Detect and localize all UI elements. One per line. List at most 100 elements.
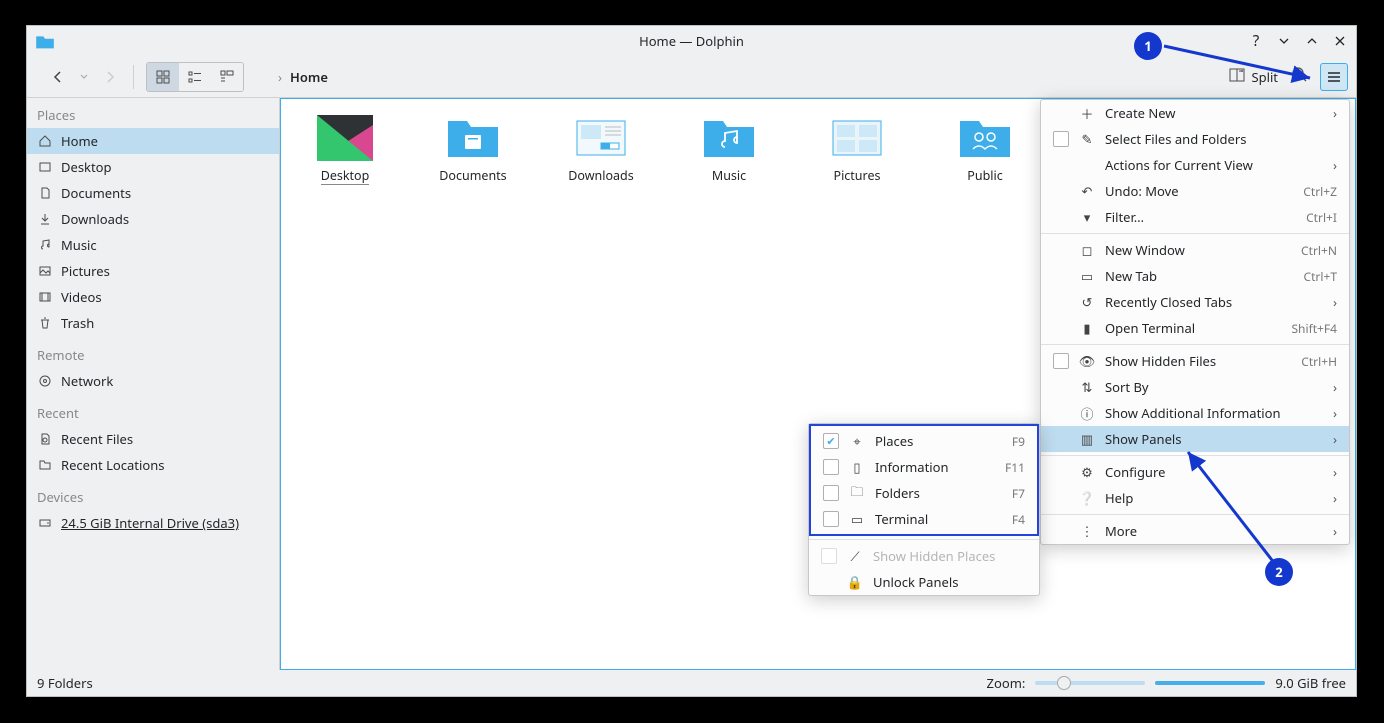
back-button[interactable]: [47, 63, 69, 91]
window-title: Home — Dolphin: [639, 32, 744, 50]
checkbox-icon: [1053, 353, 1069, 369]
menu-sort-by[interactable]: ⇅Sort By›: [1041, 374, 1349, 400]
pictures-thumbnail: [829, 115, 885, 161]
checkbox-icon: [823, 485, 839, 501]
sidebar-item-drive[interactable]: 24.5 GiB Internal Drive (sda3): [27, 510, 279, 536]
eye-icon: 👁: [1079, 352, 1095, 370]
menu-new-tab[interactable]: ▭New TabCtrl+T: [1041, 263, 1349, 289]
terminal-icon: ▮: [1079, 319, 1095, 337]
statusbar: 9 Folders Zoom: 9.0 GiB free: [27, 670, 1356, 696]
info-icon: ⓘ: [1079, 404, 1095, 423]
sidebar-item-trash[interactable]: Trash: [27, 310, 279, 336]
more-icon: ⋮: [1079, 522, 1095, 540]
drive-icon: [37, 515, 53, 531]
submenu-information[interactable]: ▯InformationF11: [811, 454, 1037, 480]
file-public[interactable]: Public: [945, 115, 1025, 185]
submenu-show-hidden-places: ⟋Show Hidden Places: [809, 543, 1039, 569]
menu-actions-view[interactable]: Actions for Current View›: [1041, 152, 1349, 178]
network-icon: [37, 373, 53, 389]
compass-icon: ⌖: [849, 432, 865, 450]
menu-undo[interactable]: ↶Undo: MoveCtrl+Z: [1041, 178, 1349, 204]
menu-show-info[interactable]: ⓘShow Additional Information›: [1041, 400, 1349, 426]
highlighted-panel-options: ✔⌖PlacesF9 ▯InformationF11 🗀FoldersF7 ▭T…: [809, 424, 1039, 536]
menu-show-hidden[interactable]: 👁Show Hidden FilesCtrl+H: [1041, 348, 1349, 374]
checkbox-checked-icon: ✔: [823, 433, 839, 449]
zoom-slider[interactable]: [1035, 681, 1145, 685]
downloads-thumbnail: [573, 115, 629, 161]
menu-open-terminal[interactable]: ▮Open TerminalShift+F4: [1041, 315, 1349, 341]
folder-music-icon: [701, 115, 757, 161]
recent-header: Recent: [27, 400, 279, 426]
sidebar-item-documents[interactable]: Documents: [27, 180, 279, 206]
sidebar-item-music[interactable]: Music: [27, 232, 279, 258]
sidebar-icon: ▯: [849, 458, 865, 476]
submenu-folders[interactable]: 🗀FoldersF7: [811, 480, 1037, 506]
file-music[interactable]: Music: [689, 115, 769, 185]
menu-new-window[interactable]: ◻New WindowCtrl+N: [1041, 237, 1349, 263]
toolbar: › Home Split: [27, 56, 1356, 98]
zoom-label: Zoom:: [987, 674, 1026, 692]
menu-select-files[interactable]: ✎Select Files and Folders: [1041, 126, 1349, 152]
sidebar-item-desktop[interactable]: Desktop: [27, 154, 279, 180]
sidebar-item-home[interactable]: Home: [27, 128, 279, 154]
help-menu-icon: ❔: [1079, 489, 1095, 507]
history-icon: ↺: [1079, 293, 1095, 311]
back-dropdown-icon[interactable]: [73, 63, 95, 91]
app-icon: [35, 33, 55, 49]
folder-public-icon: [957, 115, 1013, 161]
chevron-right-icon: ›: [278, 68, 282, 86]
sort-icon: ⇅: [1079, 378, 1095, 396]
file-documents[interactable]: Documents: [433, 115, 513, 185]
remote-header: Remote: [27, 342, 279, 368]
sidebar-item-videos[interactable]: Videos: [27, 284, 279, 310]
places-panel: Places Home Desktop Documents Downloads …: [27, 98, 280, 670]
configure-icon: ⚙: [1079, 463, 1095, 481]
icons-view-button[interactable]: [147, 63, 179, 91]
callout-2: 2: [1265, 558, 1293, 586]
devices-header: Devices: [27, 484, 279, 510]
breadcrumb[interactable]: › Home: [278, 68, 328, 86]
submenu-terminal[interactable]: ▭TerminalF4: [811, 506, 1037, 532]
file-pictures[interactable]: Pictures: [817, 115, 897, 185]
menu-create-new[interactable]: ＋Create New›: [1041, 100, 1349, 126]
checkbox-icon: [823, 459, 839, 475]
sidebar-item-recent-files[interactable]: Recent Files: [27, 426, 279, 452]
window-icon: ◻: [1079, 241, 1095, 259]
free-space: 9.0 GiB free: [1275, 674, 1346, 692]
desktop-thumbnail: [317, 115, 373, 161]
details-view-button[interactable]: [211, 63, 243, 91]
music-icon: [37, 237, 53, 253]
sidebar-item-pictures[interactable]: Pictures: [27, 258, 279, 284]
folder-small-icon: 🗀: [849, 482, 865, 505]
compact-view-button[interactable]: [179, 63, 211, 91]
callout-1-arrow: [1160, 40, 1320, 86]
show-panels-submenu: ✔⌖PlacesF9 ▯InformationF11 🗀FoldersF7 ▭T…: [808, 423, 1040, 596]
submenu-unlock-panels[interactable]: 🔒Unlock Panels: [809, 569, 1039, 595]
sidebar-item-recent-locations[interactable]: Recent Locations: [27, 452, 279, 478]
checkbox-disabled-icon: [821, 548, 837, 564]
lock-icon: 🔒: [847, 573, 863, 591]
desktop-icon: [37, 159, 53, 175]
folder-icon: [445, 115, 501, 161]
sidebar-item-downloads[interactable]: Downloads: [27, 206, 279, 232]
file-downloads[interactable]: Downloads: [561, 115, 641, 185]
panels-icon: ▥: [1079, 430, 1095, 448]
downloads-icon: [37, 211, 53, 227]
free-space-bar: [1155, 681, 1265, 685]
file-desktop[interactable]: Desktop: [305, 115, 385, 185]
menu-recent-tabs[interactable]: ↺Recently Closed Tabs›: [1041, 289, 1349, 315]
submenu-places[interactable]: ✔⌖PlacesF9: [811, 428, 1037, 454]
checkbox-icon: [823, 511, 839, 527]
close-icon[interactable]: [1332, 33, 1348, 49]
hamburger-menu-button[interactable]: [1320, 63, 1348, 91]
breadcrumb-home[interactable]: Home: [290, 68, 328, 86]
sidebar-item-network[interactable]: Network: [27, 368, 279, 394]
forward-button[interactable]: [99, 63, 121, 91]
documents-icon: [37, 185, 53, 201]
pictures-icon: [37, 263, 53, 279]
trash-icon: [37, 315, 53, 331]
tab-icon: ▭: [1079, 267, 1095, 285]
terminal-small-icon: ▭: [849, 510, 865, 528]
undo-icon: ↶: [1079, 182, 1095, 200]
menu-filter[interactable]: ▾Filter…Ctrl+I: [1041, 204, 1349, 230]
